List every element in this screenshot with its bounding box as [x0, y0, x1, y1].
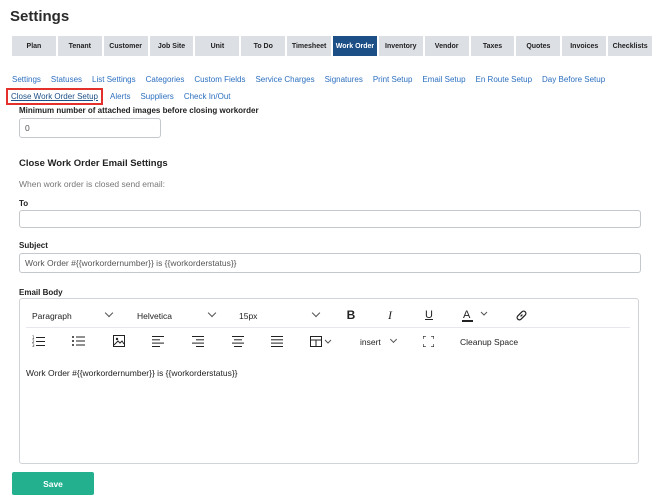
align-right-button[interactable] [190, 334, 206, 348]
insert-image-button[interactable] [111, 334, 127, 348]
align-left-button[interactable] [150, 334, 166, 348]
link-icon [516, 310, 526, 320]
ordered-list-button[interactable]: 1 2 3 [30, 334, 46, 348]
insert-label: insert [360, 337, 381, 347]
tab-unit[interactable]: Unit [195, 36, 240, 56]
chevron-down-icon [389, 335, 398, 344]
subnav-en-route-setup[interactable]: En Route Setup [476, 75, 532, 84]
email-body-editor[interactable]: Paragraph Helvetica 15px B I U A 1 2 3 i… [19, 298, 639, 464]
tab-customer[interactable]: Customer [103, 36, 148, 56]
tab-quotes[interactable]: Quotes [516, 36, 561, 56]
text-color-button[interactable]: A [460, 307, 494, 323]
insert-dropdown[interactable]: insert [360, 335, 398, 347]
min-images-label: Minimum number of attached images before… [19, 106, 259, 115]
image-icon [113, 335, 125, 347]
subnav-close-work-order-setup[interactable]: Close Work Order Setup [6, 88, 103, 105]
size-select[interactable]: 15px [239, 308, 321, 321]
chevron-down-icon [311, 308, 321, 318]
align-left-icon [152, 335, 164, 347]
toolbar-divider [26, 327, 630, 328]
sub-navigation: Settings Statuses List Settings Categories C… [6, 71, 652, 105]
format-select[interactable]: Paragraph [32, 308, 114, 321]
subnav-suppliers[interactable]: Suppliers [140, 92, 173, 101]
subnav-list-settings[interactable]: List Settings [92, 75, 136, 84]
subnav-settings[interactable]: Settings [12, 75, 41, 84]
format-select-value: Paragraph [32, 311, 72, 321]
tab-timesheet[interactable]: Timesheet [287, 36, 332, 56]
tab-work-order[interactable]: Work Order [333, 36, 377, 56]
align-right-icon [192, 335, 204, 347]
subject-input[interactable]: Work Order #{{workordernumber}} is {{wor… [19, 253, 641, 273]
table-button[interactable] [308, 334, 336, 348]
text-color-icon: A [462, 309, 488, 322]
tab-inventory[interactable]: Inventory [378, 36, 423, 56]
bullet-list-icon [71, 336, 85, 346]
sub-nav-row-2: Close Work Order Setup Alerts Suppliers Che… [6, 88, 652, 105]
cleanup-space-label: Cleanup Space [460, 337, 519, 347]
bullet-list-button[interactable] [70, 334, 86, 348]
chevron-down-icon [207, 308, 217, 318]
bold-button[interactable]: B [343, 307, 359, 323]
align-center-icon [232, 335, 244, 347]
align-justify-icon [271, 335, 283, 347]
page-title: Settings [10, 8, 70, 25]
subject-label: Subject [19, 241, 48, 250]
cleanup-space-button[interactable]: Cleanup Space [460, 337, 518, 347]
fullscreen-button[interactable] [420, 334, 436, 348]
subnav-day-before-setup[interactable]: Day Before Setup [542, 75, 605, 84]
tab-checklists[interactable]: Checklists [608, 36, 653, 56]
chevron-down-icon [104, 308, 114, 318]
subnav-categories[interactable]: Categories [146, 75, 185, 84]
align-justify-button[interactable] [269, 334, 285, 348]
subnav-custom-fields[interactable]: Custom Fields [194, 75, 245, 84]
link-button[interactable] [513, 307, 529, 323]
email-settings-title: Close Work Order Email Settings [19, 158, 168, 169]
tab-to-do[interactable]: To Do [241, 36, 286, 56]
tab-invoices[interactable]: Invoices [562, 36, 607, 56]
subnav-print-setup[interactable]: Print Setup [373, 75, 413, 84]
ordered-list-icon: 1 2 3 [32, 335, 45, 347]
sub-nav-row-1: Settings Statuses List Settings Categories C… [12, 71, 652, 88]
align-center-button[interactable] [230, 334, 246, 348]
subnav-service-charges[interactable]: Service Charges [255, 75, 314, 84]
tab-job-site[interactable]: Job Site [149, 36, 194, 56]
tab-plan[interactable]: Plan [12, 36, 56, 56]
subnav-email-setup[interactable]: Email Setup [422, 75, 465, 84]
main-tabs: Plan Tenant Customer Job Site Unit To Do Times… [12, 36, 653, 56]
editor-content[interactable]: Work Order #{{workordernumber}} is {{wor… [26, 368, 238, 378]
save-button[interactable]: Save [12, 472, 94, 495]
to-input[interactable] [19, 210, 641, 228]
svg-text:A: A [463, 309, 471, 321]
subnav-statuses[interactable]: Statuses [51, 75, 82, 84]
tab-vendor[interactable]: Vendor [424, 36, 469, 56]
tab-tenant[interactable]: Tenant [57, 36, 102, 56]
underline-button[interactable]: U [421, 307, 437, 323]
to-label: To [19, 199, 29, 208]
svg-text:3: 3 [32, 343, 35, 347]
font-select[interactable]: Helvetica [137, 308, 217, 321]
min-images-input[interactable]: 0 [19, 118, 161, 138]
table-icon [310, 335, 332, 347]
tab-taxes[interactable]: Taxes [470, 36, 515, 56]
italic-button[interactable]: I [382, 307, 398, 323]
subnav-check-in-out[interactable]: Check In/Out [184, 92, 231, 101]
email-body-label: Email Body [19, 288, 63, 297]
fullscreen-icon [422, 335, 434, 347]
size-select-value: 15px [239, 311, 258, 321]
font-select-value: Helvetica [137, 311, 172, 321]
subnav-alerts[interactable]: Alerts [110, 92, 130, 101]
email-note: When work order is closed send email: [19, 179, 165, 189]
subnav-signatures[interactable]: Signatures [325, 75, 363, 84]
